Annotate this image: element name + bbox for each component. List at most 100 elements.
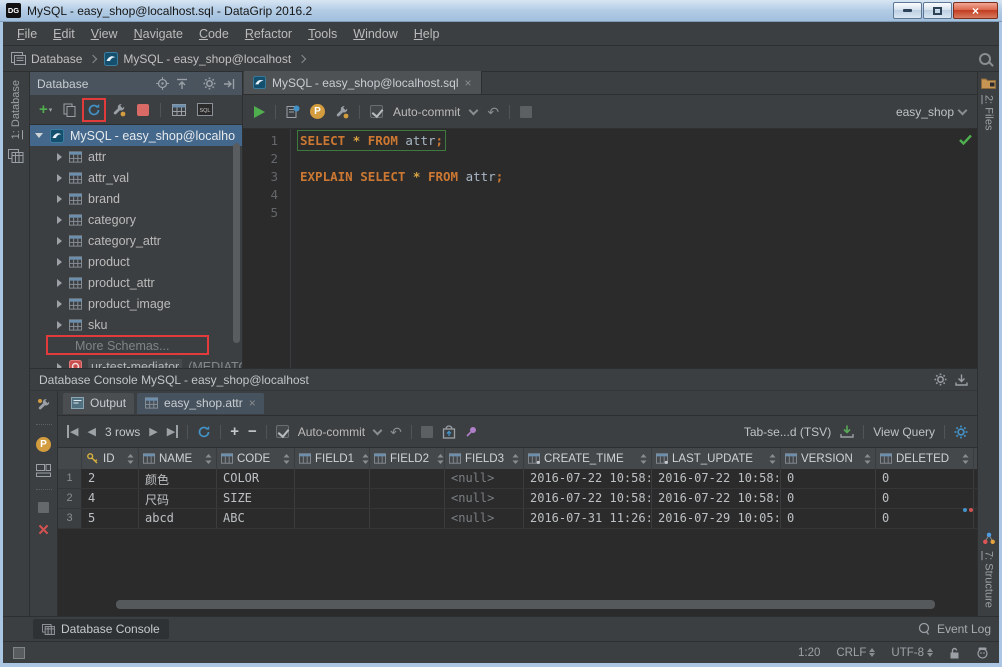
menu-help[interactable]: Help: [406, 24, 448, 44]
expand-arrow-icon[interactable]: [57, 236, 62, 245]
locate-icon[interactable]: [156, 77, 169, 90]
grid-corner-cell[interactable]: [58, 448, 82, 469]
chevron-down-icon[interactable]: [468, 105, 479, 115]
gear-icon[interactable]: [934, 373, 947, 386]
column-header-deleted[interactable]: DELETED: [876, 448, 974, 469]
view-query-button[interactable]: View Query: [873, 425, 935, 439]
table-view-button[interactable]: [172, 103, 187, 116]
menu-window[interactable]: Window: [345, 24, 405, 44]
sort-icon[interactable]: [512, 453, 519, 464]
pause-output-button[interactable]: [38, 502, 49, 513]
settings-wrench-icon[interactable]: [37, 398, 51, 412]
expand-arrow-icon[interactable]: [57, 194, 62, 203]
autocommit-checkbox[interactable]: [275, 425, 289, 438]
row-number[interactable]: 3: [58, 509, 82, 528]
menu-tools[interactable]: Tools: [300, 24, 345, 44]
expand-arrow-icon[interactable]: [57, 362, 62, 368]
stop-button[interactable]: [420, 425, 433, 438]
sort-icon[interactable]: [769, 453, 776, 464]
menu-refactor[interactable]: Refactor: [237, 24, 300, 44]
tree-item-sku[interactable]: sku: [30, 314, 242, 335]
autocommit-checkbox[interactable]: [370, 105, 383, 118]
open-console-button[interactable]: SQL: [197, 103, 214, 116]
gear-icon[interactable]: [954, 425, 968, 439]
tree-item-category[interactable]: category: [30, 209, 242, 230]
toolwindow-stripe-database[interactable]: 1: Database: [10, 80, 22, 139]
toolwindow-stripe-files[interactable]: 2: Files: [983, 95, 995, 130]
structure-toolwindow-icon[interactable]: [982, 532, 996, 545]
add-datasource-button[interactable]: + ▾: [39, 102, 52, 117]
collapse-arrow-icon[interactable]: [35, 133, 43, 138]
first-page-button[interactable]: ◀: [67, 425, 78, 438]
horizontal-scrollbar[interactable]: [116, 600, 935, 609]
delete-row-button[interactable]: −: [248, 423, 257, 440]
tree-item-product[interactable]: product: [30, 251, 242, 272]
column-header-last-update[interactable]: LAST_UPDATE: [652, 448, 781, 469]
sort-icon[interactable]: [864, 453, 871, 464]
sort-icon[interactable]: [127, 453, 134, 464]
stop-execution-button[interactable]: [520, 105, 533, 118]
sort-icon[interactable]: [205, 453, 212, 464]
minimize-button[interactable]: [893, 2, 922, 19]
breadcrumb-database[interactable]: Database: [31, 52, 82, 66]
schema-selector[interactable]: easy_shop: [896, 105, 968, 119]
sort-icon[interactable]: [283, 453, 290, 464]
rollback-icon[interactable]: ↶: [390, 425, 402, 439]
previous-page-button[interactable]: ◀: [87, 425, 95, 438]
sort-icon[interactable]: [962, 453, 969, 464]
expand-arrow-icon[interactable]: [57, 152, 62, 161]
datasource-properties-button[interactable]: [112, 103, 126, 117]
editor-tab-sql-file[interactable]: MySQL - easy_shop@localhost.sql ×: [244, 71, 482, 94]
database-toolwindow-icon[interactable]: [8, 149, 24, 164]
column-header-version[interactable]: VERSION: [781, 448, 876, 469]
menu-view[interactable]: View: [83, 24, 126, 44]
dock-icon[interactable]: [955, 374, 968, 386]
expand-arrow-icon[interactable]: [57, 215, 62, 224]
close-tab-icon[interactable]: ×: [249, 397, 256, 409]
pin-icon[interactable]: [465, 425, 478, 438]
tree-item-attr[interactable]: attr: [30, 146, 242, 167]
expand-arrow-icon[interactable]: [57, 299, 62, 308]
tree-scrollbar[interactable]: [233, 143, 240, 343]
settings-wrench-button[interactable]: [335, 105, 349, 119]
encoding-selector[interactable]: UTF-8: [891, 647, 933, 659]
tree-item-brand[interactable]: brand: [30, 188, 242, 209]
expand-arrow-icon[interactable]: [57, 278, 62, 287]
tree-root-datasource[interactable]: MySQL - easy_shop@localho: [30, 125, 242, 146]
close-console-button[interactable]: ✕: [37, 523, 50, 538]
toolwindow-stripe-structure[interactable]: 7: Structure: [983, 551, 995, 608]
search-icon[interactable]: [979, 52, 991, 65]
chevron-down-icon[interactable]: [372, 425, 383, 435]
column-header-code[interactable]: CODE: [217, 448, 295, 469]
sort-icon[interactable]: [362, 453, 369, 464]
menu-file[interactable]: File: [9, 24, 45, 44]
gear-icon[interactable]: [203, 77, 216, 90]
close-tab-icon[interactable]: ×: [465, 77, 472, 89]
tab-output[interactable]: Output: [63, 392, 135, 414]
last-page-button[interactable]: ▶: [167, 425, 179, 438]
column-header-create-time[interactable]: CREATE_TIME: [524, 448, 652, 469]
inspection-profile-icon[interactable]: [976, 646, 989, 659]
column-header-field3[interactable]: FIELD3: [445, 448, 524, 469]
tree-item-product-attr[interactable]: product_attr: [30, 272, 242, 293]
database-console-toolwindow-button[interactable]: Database Console: [33, 619, 169, 639]
files-toolwindow-icon[interactable]: [981, 77, 996, 89]
reload-data-button[interactable]: [197, 425, 211, 439]
caret-position[interactable]: 1:20: [798, 647, 820, 659]
parameters-button[interactable]: P: [36, 437, 51, 452]
stop-button[interactable]: [137, 103, 150, 116]
rollback-icon[interactable]: ↶: [487, 105, 499, 119]
expand-arrow-icon[interactable]: [57, 173, 62, 182]
attach-console-button[interactable]: [286, 105, 300, 119]
column-header-field1[interactable]: FIELD1: [295, 448, 370, 469]
code-editor[interactable]: 1 SELECT * FROM attr; 2 3 EXPLAIN SELECT…: [243, 129, 977, 368]
row-number[interactable]: 1: [58, 469, 82, 488]
menu-edit[interactable]: Edit: [45, 24, 83, 44]
menu-navigate[interactable]: Navigate: [126, 24, 191, 44]
column-header-id[interactable]: ID: [82, 448, 139, 469]
tree-item-more-schemas[interactable]: More Schemas...: [30, 335, 242, 356]
tree-item-clipped-datasource[interactable]: ur-test-mediator (MEDIATOR: [30, 356, 242, 368]
tree-item-attr-val[interactable]: attr_val: [30, 167, 242, 188]
download-icon[interactable]: [840, 425, 854, 438]
duplicate-button[interactable]: [63, 103, 76, 117]
